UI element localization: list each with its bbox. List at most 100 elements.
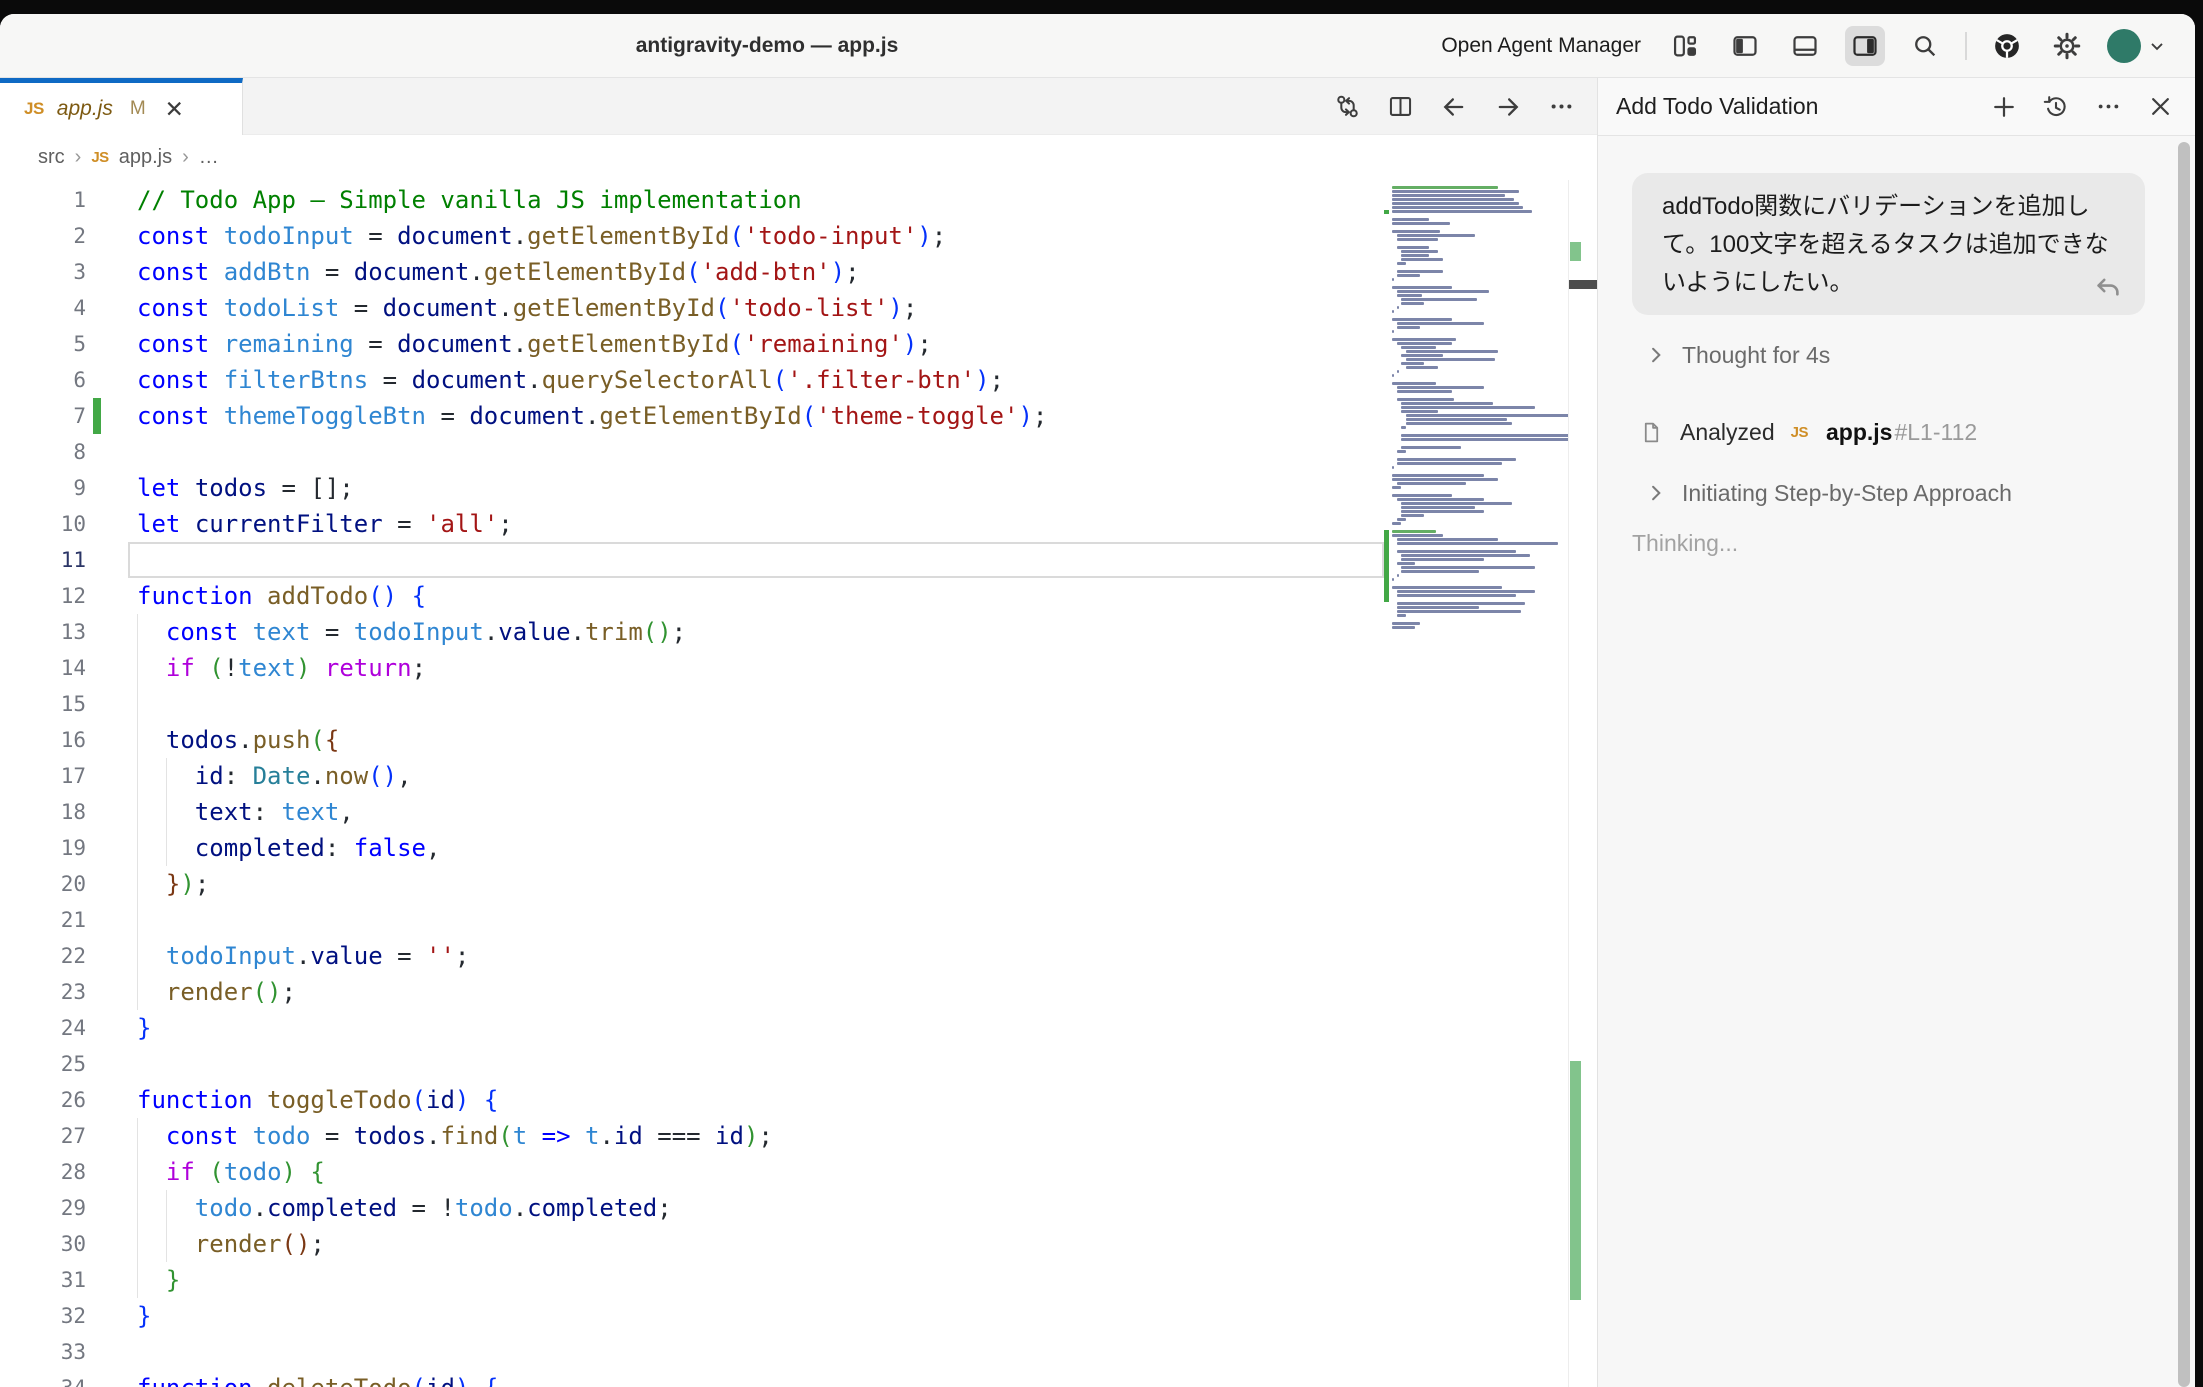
code-line[interactable]: 3const addBtn = document.getElementById(…: [0, 254, 1384, 290]
toggle-bottom-panel-icon[interactable]: [1785, 26, 1825, 66]
code-line[interactable]: 5const remaining = document.getElementBy…: [0, 326, 1384, 362]
chrome-browser-icon[interactable]: [1987, 26, 2027, 66]
code-line[interactable]: 26function toggleTodo(id) {: [0, 1082, 1384, 1118]
new-conversation-plus-icon[interactable]: [1989, 92, 2019, 122]
line-number[interactable]: 24: [0, 1010, 86, 1046]
editor-scrollbar-thumb[interactable]: [1569, 280, 1598, 289]
more-actions-icon[interactable]: [1548, 93, 1575, 120]
line-number[interactable]: 30: [0, 1226, 86, 1262]
thought-row[interactable]: Thought for 4s: [1646, 338, 1830, 372]
line-number[interactable]: 19: [0, 830, 86, 866]
split-editor-icon[interactable]: [1387, 93, 1414, 120]
code-line[interactable]: 33: [0, 1334, 1384, 1370]
code-line[interactable]: 22 todoInput.value = '';: [0, 938, 1384, 974]
code-line[interactable]: 2const todoInput = document.getElementBy…: [0, 218, 1384, 254]
toggle-left-panel-icon[interactable]: [1725, 26, 1765, 66]
analyzed-row[interactable]: Analyzed JS app.js #L1-112: [1639, 415, 1977, 449]
code-line[interactable]: 4const todoList = document.getElementByI…: [0, 290, 1384, 326]
gear-icon[interactable]: [2047, 26, 2087, 66]
code-line[interactable]: 34function deleteTodo(id) {: [0, 1370, 1384, 1387]
line-number[interactable]: 23: [0, 974, 86, 1010]
line-number[interactable]: 27: [0, 1118, 86, 1154]
code-line[interactable]: 21: [0, 902, 1384, 938]
toggle-right-panel-icon[interactable]: [1845, 26, 1885, 66]
history-icon[interactable]: [2041, 92, 2071, 122]
line-number[interactable]: 21: [0, 902, 86, 938]
code-line[interactable]: 30 render();: [0, 1226, 1384, 1262]
code-line[interactable]: 13 const text = todoInput.value.trim();: [0, 614, 1384, 650]
line-number[interactable]: 16: [0, 722, 86, 758]
open-agent-manager-button[interactable]: Open Agent Manager: [1441, 34, 1641, 58]
code-line[interactable]: 31 }: [0, 1262, 1384, 1298]
back-arrow-icon[interactable]: [1440, 93, 1468, 121]
line-number[interactable]: 26: [0, 1082, 86, 1118]
line-number[interactable]: 3: [0, 254, 86, 290]
line-number[interactable]: 10: [0, 506, 86, 542]
code-line[interactable]: 10let currentFilter = 'all';: [0, 506, 1384, 542]
code-line[interactable]: 11: [0, 542, 1384, 578]
close-panel-icon[interactable]: [2145, 92, 2175, 122]
panel-more-icon[interactable]: [2093, 92, 2123, 122]
code-line[interactable]: 32}: [0, 1298, 1384, 1334]
line-number[interactable]: 32: [0, 1298, 86, 1334]
line-number[interactable]: 1: [0, 182, 86, 218]
account-menu[interactable]: [2107, 29, 2167, 63]
line-number[interactable]: 12: [0, 578, 86, 614]
code-line[interactable]: 29 todo.completed = !todo.completed;: [0, 1190, 1384, 1226]
undo-icon[interactable]: [2093, 273, 2123, 303]
line-number[interactable]: 8: [0, 434, 86, 470]
step-row[interactable]: Initiating Step-by-Step Approach: [1646, 476, 2012, 510]
line-number[interactable]: 2: [0, 218, 86, 254]
code-line[interactable]: 25: [0, 1046, 1384, 1082]
close-tab-icon[interactable]: ✕: [165, 98, 184, 121]
breadcrumb-item-more[interactable]: …: [199, 146, 219, 169]
tab-app-js[interactable]: JS app.js M ✕: [0, 78, 243, 135]
code-line[interactable]: 6const filterBtns = document.querySelect…: [0, 362, 1384, 398]
line-number[interactable]: 15: [0, 686, 86, 722]
code-line[interactable]: 8: [0, 434, 1384, 470]
code-line[interactable]: 16 todos.push({: [0, 722, 1384, 758]
code-line[interactable]: 19 completed: false,: [0, 830, 1384, 866]
line-number[interactable]: 34: [0, 1370, 86, 1387]
line-number[interactable]: 14: [0, 650, 86, 686]
compare-changes-icon[interactable]: [1334, 93, 1361, 120]
line-number[interactable]: 11: [0, 542, 86, 578]
line-number[interactable]: 17: [0, 758, 86, 794]
breadcrumb-item-src[interactable]: src: [38, 146, 65, 169]
minimap[interactable]: [1384, 180, 1568, 1387]
line-number[interactable]: 13: [0, 614, 86, 650]
line-number[interactable]: 29: [0, 1190, 86, 1226]
code-line[interactable]: 17 id: Date.now(),: [0, 758, 1384, 794]
code-line[interactable]: 1// Todo App – Simple vanilla JS impleme…: [0, 182, 1384, 218]
line-number[interactable]: 7: [0, 398, 86, 434]
line-number[interactable]: 22: [0, 938, 86, 974]
line-number[interactable]: 6: [0, 362, 86, 398]
line-number[interactable]: 4: [0, 290, 86, 326]
code-editor[interactable]: 1// Todo App – Simple vanilla JS impleme…: [0, 180, 1597, 1387]
panel-scrollbar[interactable]: [2178, 142, 2190, 1387]
line-number[interactable]: 9: [0, 470, 86, 506]
code-line[interactable]: 28 if (todo) {: [0, 1154, 1384, 1190]
agent-manager-layout-icon[interactable]: [1665, 26, 1705, 66]
code-line[interactable]: 15: [0, 686, 1384, 722]
code-line[interactable]: 20 });: [0, 866, 1384, 902]
code-line[interactable]: 7const themeToggleBtn = document.getElem…: [0, 398, 1384, 434]
line-number[interactable]: 25: [0, 1046, 86, 1082]
line-number[interactable]: 31: [0, 1262, 86, 1298]
line-number[interactable]: 18: [0, 794, 86, 830]
search-icon[interactable]: [1905, 26, 1945, 66]
code-line[interactable]: 23 render();: [0, 974, 1384, 1010]
line-number[interactable]: 33: [0, 1334, 86, 1370]
line-number[interactable]: 20: [0, 866, 86, 902]
forward-arrow-icon[interactable]: [1494, 93, 1522, 121]
line-number[interactable]: 28: [0, 1154, 86, 1190]
breadcrumb-item-file[interactable]: app.js: [119, 146, 172, 169]
code-line[interactable]: 12function addTodo() {: [0, 578, 1384, 614]
code-line[interactable]: 14 if (!text) return;: [0, 650, 1384, 686]
code-line[interactable]: 18 text: text,: [0, 794, 1384, 830]
code-line[interactable]: 27 const todo = todos.find(t => t.id ===…: [0, 1118, 1384, 1154]
code-line[interactable]: 24}: [0, 1010, 1384, 1046]
code-line[interactable]: 9let todos = [];: [0, 470, 1384, 506]
avatar[interactable]: [2107, 29, 2141, 63]
overview-ruler-scrollbar[interactable]: [1568, 180, 1597, 1387]
